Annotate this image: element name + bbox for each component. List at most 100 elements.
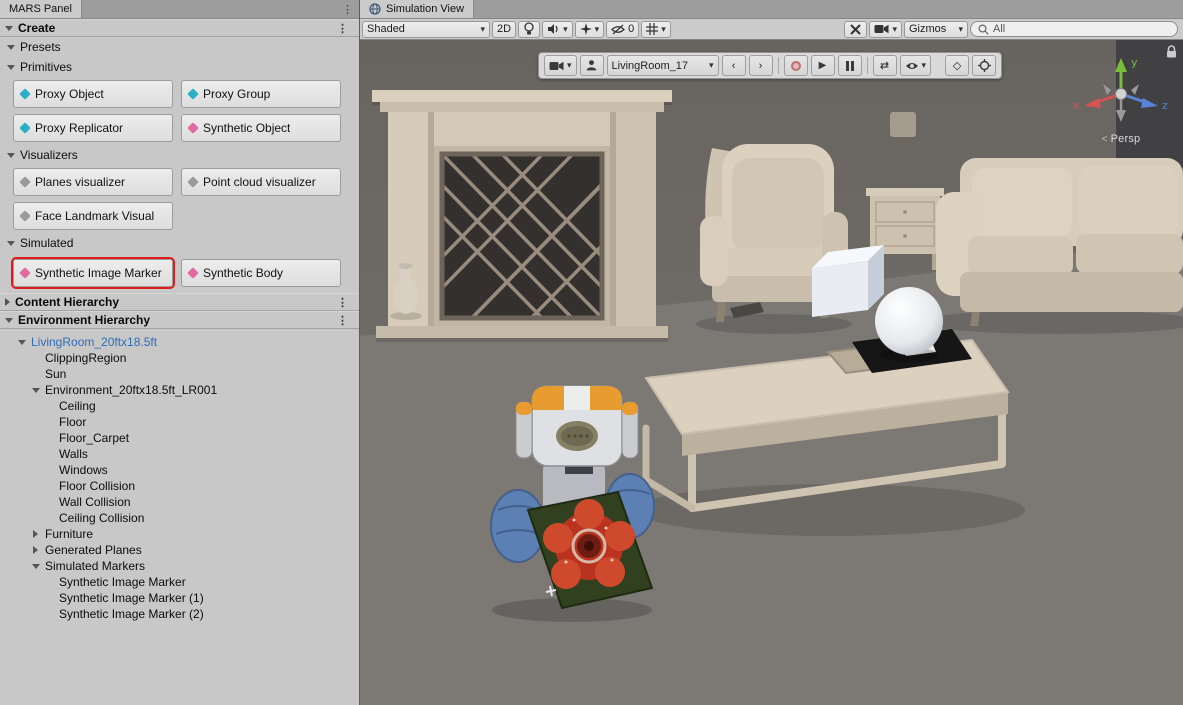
tree-item[interactable]: Floor_Carpet: [0, 430, 359, 446]
tree-item[interactable]: Environment_20ftx18.5ft_LR001: [0, 382, 359, 398]
primitives-row-2: Proxy Replicator Synthetic Object: [0, 111, 359, 145]
foldout-arrow-icon[interactable]: [30, 546, 41, 554]
environment-dropdown[interactable]: LivingRoom_17 ▾: [607, 55, 719, 76]
projection-mode[interactable]: <Persp: [1071, 133, 1171, 145]
simulation-scene[interactable]: [360, 40, 1183, 705]
foldout-visualizers[interactable]: Visualizers: [0, 145, 359, 165]
primitives-row-1: Proxy Object Proxy Group: [0, 77, 359, 111]
camera-settings-button[interactable]: ▾: [869, 21, 902, 38]
simulated-user-button[interactable]: [580, 55, 604, 76]
tree-item[interactable]: LivingRoom_20ftx18.5ft: [0, 334, 359, 350]
foldout-arrow-icon[interactable]: [5, 318, 13, 323]
face-landmark-visual-label: Face Landmark Visual: [35, 209, 154, 223]
target-icon: [978, 59, 991, 72]
view-options-button[interactable]: ▾: [900, 55, 932, 76]
orientation-gizmo[interactable]: y x z <Persp: [1071, 54, 1171, 145]
foldout-arrow-icon[interactable]: [30, 564, 41, 569]
frame-selected-button[interactable]: ◇: [945, 55, 969, 76]
tab-mars-panel[interactable]: MARS Panel: [0, 0, 82, 18]
tree-item[interactable]: Synthetic Image Marker (1): [0, 590, 359, 606]
proxy-object-button[interactable]: Proxy Object: [13, 80, 173, 108]
foldout-arrow-icon[interactable]: [30, 530, 41, 538]
tree-item[interactable]: Sun: [0, 366, 359, 382]
create-section-header[interactable]: Create ⋮: [0, 19, 359, 37]
foldout-arrow-icon[interactable]: [16, 340, 27, 345]
scene-toolbar: Shaded ▾ 2D ▾: [360, 19, 1183, 40]
record-button[interactable]: [784, 55, 808, 76]
tree-item[interactable]: Ceiling: [0, 398, 359, 414]
sim-camera-mode-button[interactable]: ▾: [544, 55, 577, 76]
next-arrow-icon: ›: [759, 60, 763, 72]
tree-item[interactable]: Synthetic Image Marker (2): [0, 606, 359, 622]
tree-item[interactable]: Furniture: [0, 526, 359, 542]
2d-label: 2D: [497, 23, 511, 35]
scene-search-input[interactable]: All: [970, 21, 1178, 37]
synthetic-body-button[interactable]: Synthetic Body: [181, 259, 341, 287]
tree-item-label: Synthetic Image Marker (2): [59, 607, 204, 621]
foldout-arrow-icon[interactable]: [7, 153, 15, 158]
tree-item[interactable]: Floor Collision: [0, 478, 359, 494]
visualizers-row-1: Planes visualizer Point cloud visualizer: [0, 165, 359, 199]
scene-viewport[interactable]: ▾ LivingRoom_17 ▾ ‹ ›: [360, 40, 1183, 705]
content-hierarchy-header[interactable]: Content Hierarchy ⋮: [0, 293, 359, 311]
tools-icon: [849, 23, 862, 36]
foldout-arrow-icon[interactable]: [7, 45, 15, 50]
tree-item[interactable]: Walls: [0, 446, 359, 462]
proxy-replicator-button[interactable]: Proxy Replicator: [13, 114, 173, 142]
tree-item[interactable]: Generated Planes: [0, 542, 359, 558]
environment-hierarchy-label: Environment Hierarchy: [18, 313, 150, 327]
foldout-arrow-icon[interactable]: [7, 241, 15, 246]
foldout-arrow-icon[interactable]: [30, 388, 41, 393]
tree-item-label: Walls: [59, 447, 88, 461]
scene-audio-button[interactable]: ▾: [542, 21, 573, 38]
content-hierarchy-menu-icon[interactable]: ⋮: [331, 296, 354, 309]
previous-environment-button[interactable]: ‹: [722, 55, 746, 76]
next-environment-button[interactable]: ›: [749, 55, 773, 76]
foldout-primitives[interactable]: Primitives: [0, 57, 359, 77]
toggle-2d-button[interactable]: 2D: [492, 21, 516, 38]
proxy-group-button[interactable]: Proxy Group: [181, 80, 341, 108]
planes-visualizer-button[interactable]: Planes visualizer: [13, 168, 173, 196]
tree-item[interactable]: Synthetic Image Marker: [0, 574, 359, 590]
tab-simulation-view[interactable]: Simulation View: [360, 0, 474, 18]
tree-item[interactable]: Ceiling Collision: [0, 510, 359, 526]
foldout-arrow-icon[interactable]: [5, 298, 10, 306]
fireplace[interactable]: [372, 90, 672, 348]
point-cloud-visualizer-button[interactable]: Point cloud visualizer: [181, 168, 341, 196]
face-landmark-visual-icon: [19, 210, 30, 221]
gizmos-dropdown[interactable]: Gizmos ▾: [904, 21, 968, 38]
component-tools-button[interactable]: [844, 21, 867, 38]
pause-button[interactable]: [838, 55, 862, 76]
tree-item[interactable]: ClippingRegion: [0, 350, 359, 366]
environment-hierarchy-header[interactable]: Environment Hierarchy ⋮: [0, 311, 359, 329]
play-icon: ▶: [819, 60, 827, 71]
tree-item[interactable]: Floor: [0, 414, 359, 430]
white-sphere[interactable]: [875, 287, 943, 362]
loop-playback-button[interactable]: ⇄: [873, 55, 897, 76]
scene-visibility-button[interactable]: 0: [606, 21, 639, 38]
target-reticle-button[interactable]: [972, 55, 996, 76]
face-landmark-visual-button[interactable]: Face Landmark Visual: [13, 202, 173, 230]
foldout-arrow-icon[interactable]: [7, 65, 15, 70]
panel-context-menu-icon[interactable]: ⋮: [336, 0, 359, 18]
synthetic-image-marker-button[interactable]: Synthetic Image Marker: [13, 259, 173, 287]
foldout-presets[interactable]: Presets: [0, 37, 359, 57]
synthetic-object-button[interactable]: Synthetic Object: [181, 114, 341, 142]
scene-effects-button[interactable]: ▾: [575, 21, 605, 38]
grid-settings-button[interactable]: ▾: [641, 21, 671, 38]
tree-item[interactable]: Simulated Markers: [0, 558, 359, 574]
tree-item[interactable]: Wall Collision: [0, 494, 359, 510]
proxy-object-icon: [19, 88, 30, 99]
tree-item[interactable]: Windows: [0, 462, 359, 478]
tree-item-label: Synthetic Image Marker: [59, 575, 186, 589]
neg-y-axis-cone: [1116, 110, 1126, 122]
play-button[interactable]: ▶: [811, 55, 835, 76]
shading-mode-dropdown[interactable]: Shaded ▾: [362, 21, 490, 38]
environment-hierarchy-menu-icon[interactable]: ⋮: [331, 314, 354, 327]
chevron-down-icon: ▾: [892, 25, 897, 34]
scene-lighting-button[interactable]: [518, 21, 540, 38]
foldout-arrow-icon[interactable]: [5, 26, 13, 31]
tree-item-label: Floor Collision: [59, 479, 135, 493]
foldout-simulated[interactable]: Simulated: [0, 233, 359, 253]
create-context-menu-icon[interactable]: ⋮: [331, 22, 354, 35]
